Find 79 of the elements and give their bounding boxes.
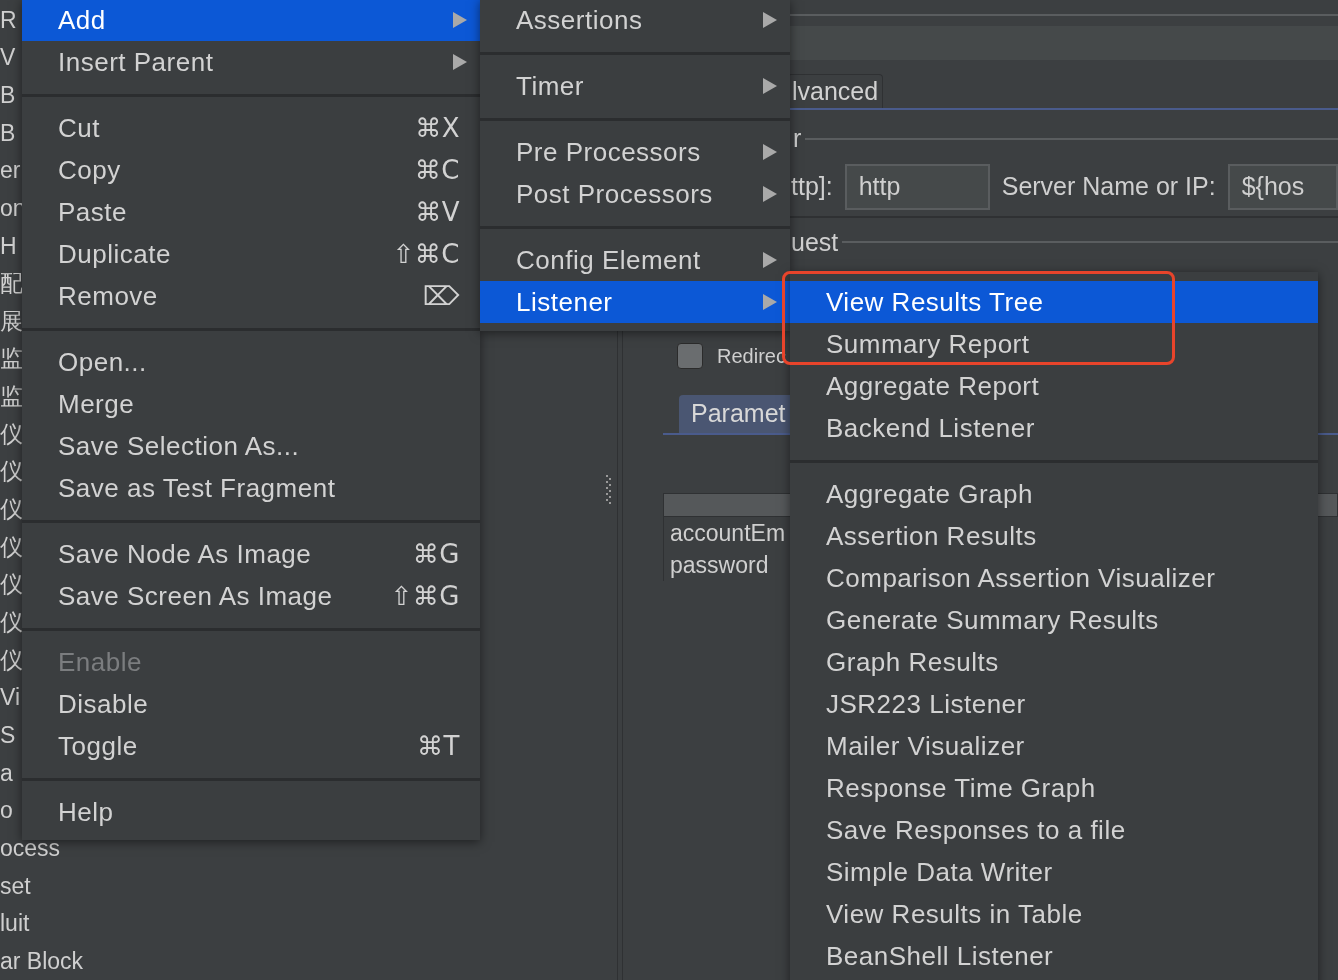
tree-item[interactable]: V xyxy=(0,40,16,75)
tree-item[interactable]: luit xyxy=(0,906,30,941)
menu-item[interactable]: Merge xyxy=(22,383,480,425)
tree-item[interactable]: 仪 xyxy=(0,416,23,452)
table-cell-text: password xyxy=(670,550,769,580)
menu-item[interactable]: Toggle ⌘T xyxy=(22,725,480,767)
tree-item[interactable]: a xyxy=(0,755,13,791)
menu-item[interactable]: Listener xyxy=(480,281,790,323)
menu-item[interactable]: View Results in Table xyxy=(790,893,1318,935)
menu-item[interactable]: Aggregate Graph xyxy=(790,473,1318,515)
submenu-arrow-icon xyxy=(452,11,468,29)
submenu-arrow-icon xyxy=(762,185,778,203)
menu-item[interactable]: Comparison Assertion Visualizer xyxy=(790,557,1318,599)
menu-item[interactable]: Save Screen As Image ⇧⌘G xyxy=(22,575,480,617)
fieldset-title: uest xyxy=(791,226,839,258)
tree-item[interactable]: 配 xyxy=(0,266,23,301)
tree-item[interactable]: S xyxy=(0,718,16,753)
menu-item[interactable]: JSR223 Listener xyxy=(790,683,1318,725)
submenu-arrow-icon xyxy=(762,251,778,269)
tree-item[interactable]: H xyxy=(0,228,17,263)
table-cell-text: accountEm xyxy=(670,518,786,548)
menu-item[interactable]: Generate Summary Results xyxy=(790,599,1318,641)
menu-item[interactable]: Insert Parent xyxy=(22,41,480,83)
tree-item[interactable]: 监 xyxy=(0,341,23,376)
tab[interactable]: lvanced xyxy=(787,74,884,108)
menu-item[interactable]: Save Node As Image ⌘G xyxy=(22,533,480,575)
tree-item[interactable]: 仪 xyxy=(0,567,23,602)
tree-item[interactable]: er xyxy=(0,153,21,188)
server-field[interactable]: ${hos xyxy=(1227,163,1338,210)
splitter-handle-icon[interactable] xyxy=(605,475,612,505)
menu-item[interactable]: View Results Tree xyxy=(790,281,1318,323)
submenu-arrow-icon xyxy=(762,11,778,29)
menu-item[interactable]: Summary Report xyxy=(790,323,1318,365)
menu-item[interactable]: Timer xyxy=(480,65,790,107)
menu-item[interactable]: Copy ⌘C xyxy=(22,149,480,191)
tree-item[interactable]: 监 xyxy=(0,379,23,414)
menu-item[interactable]: Post Processors xyxy=(480,173,790,215)
server-label: Server Name or IP: xyxy=(1001,170,1216,202)
menu-item[interactable]: Mailer Visualizer xyxy=(790,725,1318,767)
menu-item[interactable]: Assertions xyxy=(480,0,790,41)
tree-item[interactable]: o xyxy=(0,793,13,828)
protocol-field[interactable]: http xyxy=(844,163,990,210)
submenu-arrow-icon xyxy=(762,77,778,95)
menu-item[interactable]: Open... xyxy=(22,341,480,383)
menu-item[interactable]: Assertion Results xyxy=(790,515,1318,557)
tree-item[interactable]: set xyxy=(0,868,31,904)
menu-item[interactable]: Graph Results xyxy=(790,641,1318,683)
tree-item[interactable]: R xyxy=(0,2,17,38)
tree-item[interactable]: Vi xyxy=(0,680,21,715)
menu-item[interactable]: Save Selection As... xyxy=(22,425,480,467)
protocol-label: ttp]: xyxy=(791,170,833,202)
fieldset-title: r xyxy=(793,123,802,154)
submenu-arrow-icon xyxy=(452,53,468,71)
tree-item[interactable]: 展 xyxy=(0,303,23,339)
checkbox[interactable] xyxy=(677,343,703,369)
menu-item[interactable]: Help xyxy=(22,791,480,833)
menu-item[interactable]: Save Responses to a file xyxy=(790,809,1318,851)
menu-item[interactable]: Duplicate ⇧⌘C xyxy=(22,233,480,275)
menu-item[interactable]: Response Time Graph xyxy=(790,767,1318,809)
menu-item[interactable]: Cut ⌘X xyxy=(22,107,480,149)
tree-item[interactable]: 仪 xyxy=(0,454,23,489)
tree-item[interactable]: 仪 xyxy=(0,492,23,527)
menu-item[interactable]: Add xyxy=(22,0,480,41)
submenu-arrow-icon xyxy=(762,143,778,161)
menu-item[interactable]: Simple Data Writer xyxy=(790,851,1318,893)
menu-item[interactable]: BeanShell Listener xyxy=(790,935,1318,977)
tree-item[interactable]: 仪 xyxy=(0,642,23,678)
menu-item[interactable]: Paste ⌘V xyxy=(22,191,480,233)
menu-item[interactable]: Disable xyxy=(22,683,480,725)
submenu-arrow-icon xyxy=(762,293,778,311)
menu-item[interactable]: Pre Processors xyxy=(480,131,790,173)
menu-item[interactable]: Remove ⌦ xyxy=(22,275,480,317)
menu-item[interactable]: Save as Test Fragment xyxy=(22,467,480,509)
tree-item[interactable]: 仪 xyxy=(0,529,23,565)
tree-item[interactable]: ar Block xyxy=(0,944,84,979)
tree-item[interactable]: 仪 xyxy=(0,605,23,640)
menu-item[interactable]: Config Element xyxy=(480,239,790,281)
tree-item[interactable]: B xyxy=(0,77,16,113)
tree-item[interactable]: B xyxy=(0,115,16,151)
